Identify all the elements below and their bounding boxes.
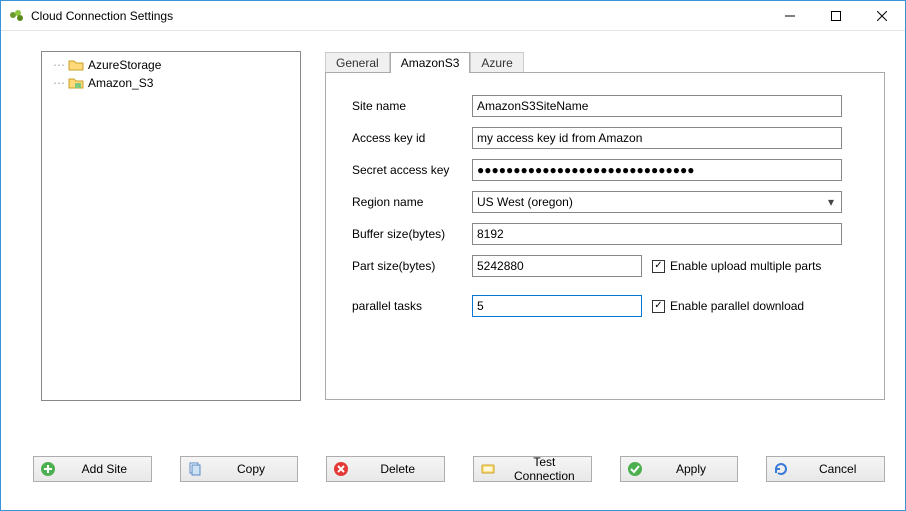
access-key-label: Access key id: [352, 131, 472, 145]
part-label: Part size(bytes): [352, 259, 472, 273]
minimize-button[interactable]: [767, 1, 813, 30]
tab-label: Azure: [481, 56, 512, 70]
cancel-icon: [773, 461, 789, 477]
tabstrip: General AmazonS3 Azure: [325, 51, 885, 73]
close-button[interactable]: [859, 1, 905, 30]
site-name-label: Site name: [352, 99, 472, 113]
region-label: Region name: [352, 195, 472, 209]
button-label: Apply: [651, 462, 732, 476]
parallel-input[interactable]: [472, 295, 642, 317]
tab-label: General: [336, 56, 379, 70]
access-key-input[interactable]: [472, 127, 842, 149]
part-input[interactable]: [472, 255, 642, 277]
enable-parallel-checkbox[interactable]: ✓ Enable parallel download: [652, 299, 804, 313]
secret-key-input[interactable]: [472, 159, 842, 181]
window: Cloud Connection Settings ⋯ AzureStorage…: [0, 0, 906, 511]
test-connection-button[interactable]: Test Connection: [473, 456, 592, 482]
add-icon: [40, 461, 56, 477]
titlebar: Cloud Connection Settings: [1, 1, 905, 31]
tab-general[interactable]: General: [325, 52, 390, 73]
tree-connector-icon: ⋯: [50, 74, 68, 92]
copy-button[interactable]: Copy: [180, 456, 299, 482]
sites-tree[interactable]: ⋯ AzureStorage ⋯ Amazon_S3: [41, 51, 301, 401]
checkbox-icon: ✓: [652, 300, 665, 313]
add-site-button[interactable]: Add Site: [33, 456, 152, 482]
tree-connector-icon: ⋯: [50, 56, 68, 74]
cancel-button[interactable]: Cancel: [766, 456, 885, 482]
window-title: Cloud Connection Settings: [31, 9, 767, 23]
tree-item-label: Amazon_S3: [88, 76, 153, 90]
button-bar: Add Site Copy Delete Test Connection App…: [33, 456, 885, 482]
buffer-label: Buffer size(bytes): [352, 227, 472, 241]
copy-icon: [187, 461, 203, 477]
buffer-input[interactable]: [472, 223, 842, 245]
apply-icon: [627, 461, 643, 477]
enable-multipart-checkbox[interactable]: ✓ Enable upload multiple parts: [652, 259, 821, 273]
app-icon: [9, 8, 25, 24]
tab-amazons3[interactable]: AmazonS3: [390, 52, 471, 73]
test-icon: [480, 461, 496, 477]
folder-icon: [68, 57, 84, 73]
button-label: Add Site: [64, 462, 145, 476]
site-name-input[interactable]: [472, 95, 842, 117]
delete-icon: [333, 461, 349, 477]
apply-button[interactable]: Apply: [620, 456, 739, 482]
tree-item-amazons3[interactable]: ⋯ Amazon_S3: [44, 74, 298, 92]
folder-icon: [68, 75, 84, 91]
chevron-down-icon: ▾: [823, 195, 839, 209]
region-value: US West (oregon): [477, 195, 573, 209]
tree-item-label: AzureStorage: [88, 58, 161, 72]
tab-label: AmazonS3: [401, 56, 460, 70]
button-label: Test Connection: [504, 455, 585, 483]
parallel-label: parallel tasks: [352, 299, 472, 313]
tab-azure[interactable]: Azure: [470, 52, 523, 73]
checkbox-label: Enable parallel download: [670, 299, 804, 313]
secret-key-label: Secret access key: [352, 163, 472, 177]
tree-item-azurestorage[interactable]: ⋯ AzureStorage: [44, 56, 298, 74]
region-select[interactable]: US West (oregon) ▾: [472, 191, 842, 213]
window-buttons: [767, 1, 905, 30]
tabs-panel: General AmazonS3 Azure Site name Access …: [325, 51, 885, 401]
checkbox-icon: ✓: [652, 260, 665, 273]
tabpage-amazons3: Site name Access key id Secret access ke…: [325, 72, 885, 400]
button-label: Copy: [211, 462, 292, 476]
button-label: Delete: [357, 462, 438, 476]
maximize-button[interactable]: [813, 1, 859, 30]
checkbox-label: Enable upload multiple parts: [670, 259, 821, 273]
button-label: Cancel: [797, 462, 878, 476]
delete-button[interactable]: Delete: [326, 456, 445, 482]
